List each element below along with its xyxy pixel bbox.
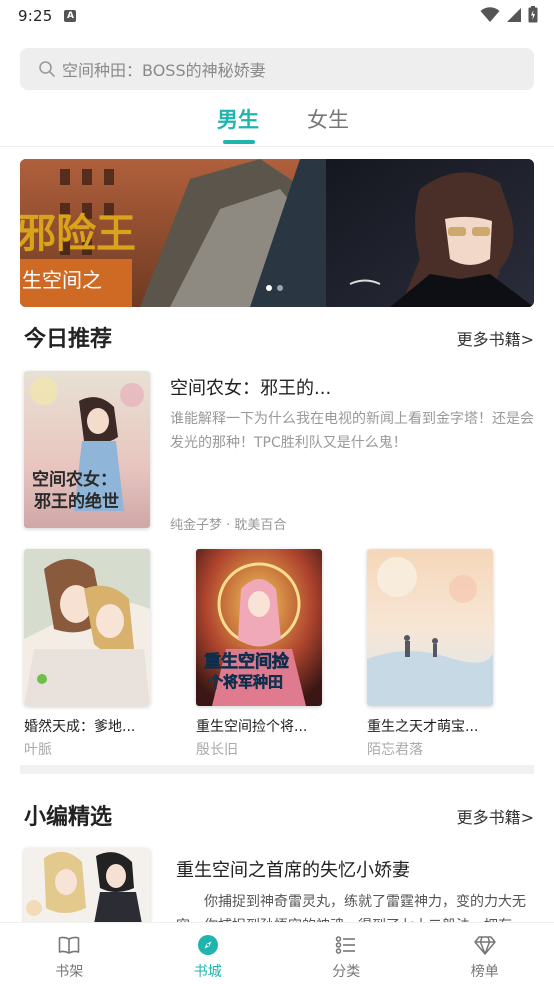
gender-tabs: 男生 女生 — [0, 100, 554, 146]
section-title-editor: 小编精选 — [24, 805, 113, 830]
featured-book-desc: 谁能解释一下为什么我在电视的新闻上看到金字塔！还是会发光的那种！TPC胜利队又是… — [170, 411, 534, 451]
book-title[interactable]: 婚然天成：爹地... — [24, 716, 135, 736]
cover-text: 个将军种田 — [207, 673, 283, 691]
nav-label: 榜单 — [470, 964, 499, 980]
bottom-nav: 书架 书城 分类 榜单 — [0, 922, 554, 984]
tab-female[interactable]: 女生 — [307, 104, 349, 134]
banner-title-text: 邪险王 — [20, 212, 136, 256]
book-author: 叶脈 — [24, 742, 52, 758]
book-title[interactable]: 重生空间捡个将... — [196, 716, 307, 736]
search-input[interactable]: 空间种田：BOSS的神秘娇妻 — [20, 48, 534, 90]
section-divider — [20, 765, 534, 774]
cover-image: 空间农女： 邪王的绝世 — [24, 371, 150, 528]
status-time: 9:25 — [18, 7, 53, 25]
section-title-today: 今日推荐 — [24, 327, 113, 352]
compass-icon — [197, 935, 218, 955]
banner-dot[interactable] — [266, 285, 272, 291]
book-cover[interactable]: 空间农女： 邪王的绝世 — [24, 371, 150, 528]
nav-label: 书架 — [55, 964, 84, 980]
banner-dots — [266, 285, 283, 291]
book-author: 殷长旧 — [196, 742, 238, 758]
cover-text: 邪王的绝世 — [33, 491, 119, 512]
nav-ranking[interactable]: 榜单 — [416, 923, 554, 984]
cover-text: 空间农女： — [32, 469, 117, 490]
book-cover[interactable]: 重生空间捡 个将军种田 — [196, 549, 322, 706]
more-books-today[interactable]: 更多书籍> — [457, 326, 534, 350]
wifi-icon — [480, 6, 500, 22]
search-placeholder: 空间种田：BOSS的神秘娇妻 — [62, 61, 266, 80]
featured-book-meta: 纯金子梦 · 耽美百合 — [170, 518, 287, 533]
list-icon — [336, 936, 356, 954]
book-title[interactable]: 重生之天才萌宝... — [367, 716, 478, 736]
more-books-editor[interactable]: 更多书籍> — [457, 804, 534, 828]
app-screen: 9:25 A 空间种田：BOSS的神秘娇妻 男生 女生 邪险王 生空间之 今日推… — [0, 0, 554, 984]
tab-male[interactable]: 男生 — [217, 104, 259, 134]
status-icons — [480, 6, 538, 23]
banner-dot[interactable] — [277, 285, 283, 291]
editor-pick-title[interactable]: 重生空间之首席的失忆小娇妻 — [176, 856, 410, 882]
nav-bookstore[interactable]: 书城 — [139, 923, 278, 984]
nav-category[interactable]: 分类 — [277, 923, 416, 984]
book-cover[interactable] — [24, 549, 150, 706]
battery-icon — [528, 6, 538, 23]
tab-indicator — [223, 140, 255, 144]
status-bar: 9:25 A — [0, 0, 554, 32]
signal-icon — [507, 7, 521, 22]
cover-image — [24, 549, 150, 706]
book-open-icon — [58, 936, 80, 954]
diamond-icon — [474, 936, 496, 955]
cover-text: 重生空间捡 — [204, 651, 289, 672]
cover-image: 重生空间捡 个将军种田 — [196, 549, 322, 706]
banner-subtitle-text: 生空间之 — [22, 269, 102, 292]
book-author: 陌忘君落 — [367, 742, 423, 758]
featured-book-title[interactable]: 空间农女：邪王的... — [170, 374, 331, 400]
book-cover[interactable] — [24, 848, 150, 924]
nav-label: 分类 — [332, 964, 361, 980]
divider — [0, 146, 554, 147]
notification-icon: A — [64, 10, 77, 22]
search-icon — [39, 61, 55, 77]
editor-pick-desc: 你捕捉到神奇雷灵丸，练就了雷霆神力，变的力大无穷。你捕捉到孙悟空的神魂，得到了七… — [176, 894, 526, 926]
book-cover[interactable] — [367, 549, 493, 706]
cover-image — [24, 848, 150, 924]
cover-image — [367, 549, 493, 706]
nav-bookshelf[interactable]: 书架 — [0, 923, 139, 984]
nav-label: 书城 — [193, 964, 222, 980]
